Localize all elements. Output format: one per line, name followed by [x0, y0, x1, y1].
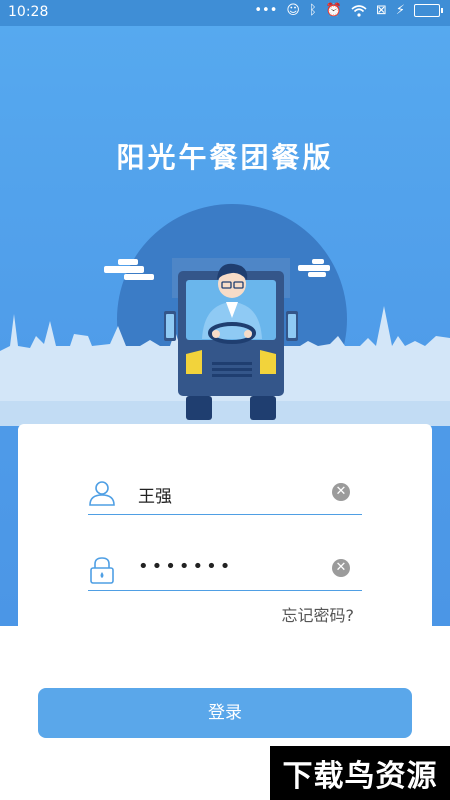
- login-button[interactable]: 登录: [38, 688, 412, 738]
- battery-icon: [414, 4, 443, 17]
- watermark: 下载鸟资源: [270, 746, 450, 800]
- login-card: 王强 ✕ ••••••• ✕ 忘记密码?: [18, 424, 432, 664]
- username-value: 王强: [138, 487, 172, 507]
- username-field[interactable]: 王强 ✕: [88, 472, 362, 515]
- bluetooth-icon: ᛒ: [308, 3, 317, 18]
- truck-illustration: [0, 204, 450, 426]
- status-time: 10:28: [8, 4, 49, 20]
- lock-icon: [90, 557, 114, 584]
- forgot-password-link[interactable]: 忘记密码?: [282, 602, 355, 626]
- charging-icon: ⚡: [395, 3, 405, 18]
- clear-password-button[interactable]: ✕: [332, 559, 350, 577]
- alarm-off-icon: ⏰: [325, 3, 342, 18]
- status-icons: ••• ☺ ᛒ ⏰ ⊠ ⚡: [254, 3, 443, 18]
- app-title: 阳光午餐团餐版: [116, 141, 334, 174]
- face-icon: ☺: [286, 3, 300, 18]
- status-bar: 10:28 ••• ☺ ᛒ ⏰ ⊠ ⚡: [0, 0, 450, 26]
- password-value: •••••••: [138, 556, 234, 577]
- password-field[interactable]: ••••••• ✕: [88, 548, 362, 591]
- user-icon: [89, 481, 115, 506]
- more-dots-icon: •••: [254, 3, 278, 18]
- wifi-icon: [351, 4, 367, 17]
- sim-off-icon: ⊠: [375, 3, 387, 18]
- clear-username-button[interactable]: ✕: [332, 483, 350, 501]
